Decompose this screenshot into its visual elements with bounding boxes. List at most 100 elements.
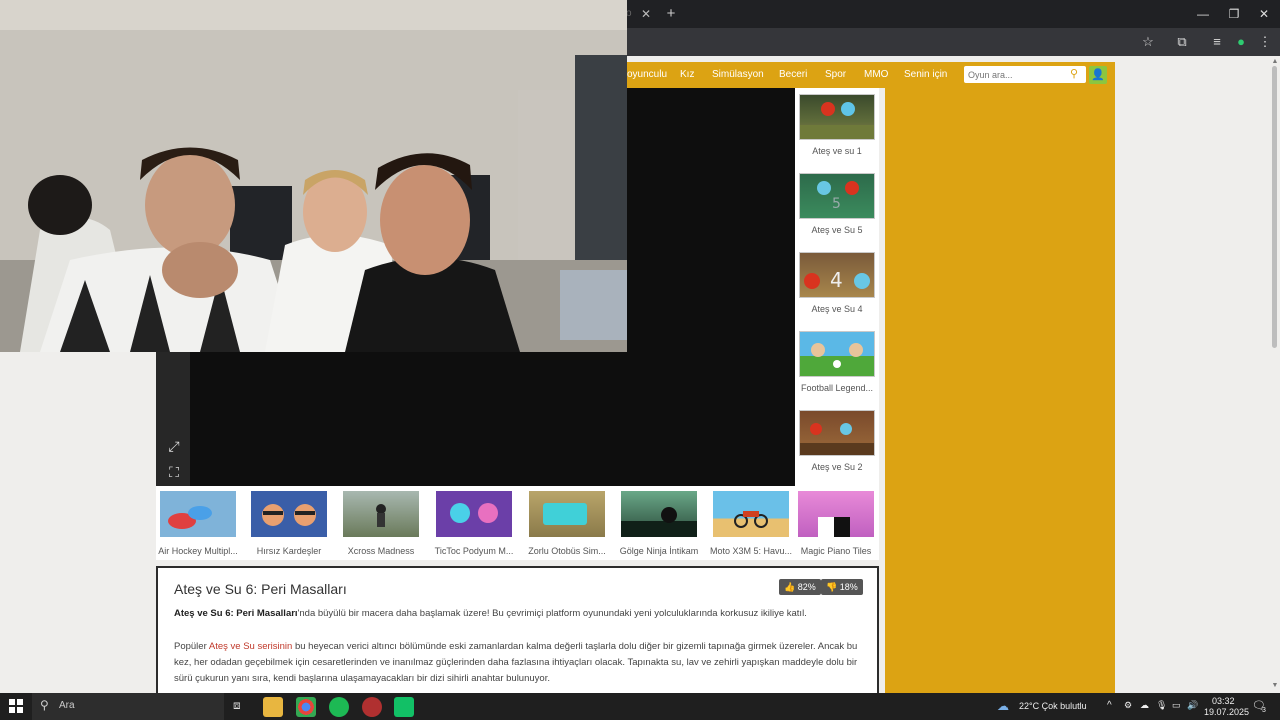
bottom-game-card[interactable]: Gölge Ninja İntikam (618, 491, 703, 558)
nav-item-sports[interactable]: Spor (825, 67, 846, 83)
volume-icon[interactable]: 🔊 (1187, 700, 1198, 711)
side-game-card[interactable]: 5 Ateş ve Su 5 (799, 173, 875, 243)
microphone-icon[interactable]: 🎙 (1156, 700, 1167, 711)
bus-icon (543, 503, 587, 525)
description-intro: Ateş ve Su 6: Peri Masalları'nda büyülü … (174, 606, 864, 622)
game-thumbnail[interactable] (799, 410, 875, 456)
tray-app-icon[interactable]: ⚙ (1124, 700, 1132, 711)
notification-count: 3 (1262, 707, 1266, 714)
nav-item-multiplayer[interactable]: oyunculu (627, 67, 667, 83)
obs-icon[interactable] (362, 697, 382, 717)
game-thumbnail[interactable]: 4 (799, 252, 875, 298)
series-link[interactable]: Ateş ve Su serisinin (209, 641, 292, 652)
nav-item-skill[interactable]: Beceri (779, 67, 807, 83)
taskbar-search[interactable]: ⚲ Ara (32, 693, 224, 720)
svg-text:4: 4 (830, 268, 843, 292)
file-explorer-icon[interactable] (263, 697, 283, 717)
bottom-game-label[interactable]: Hırsız Kardeşler (248, 546, 330, 558)
side-game-label[interactable]: Ateş ve su 1 (799, 146, 875, 158)
bottom-game-card[interactable]: Hırsız Kardeşler (251, 491, 333, 557)
scroll-down-icon[interactable]: ▼ (1271, 682, 1279, 690)
bottom-game-label[interactable]: Magic Piano Tiles (795, 546, 877, 558)
clock-date[interactable]: 19.07.2025 (1204, 707, 1249, 717)
close-tab-button[interactable]: ✕ (638, 6, 654, 22)
scroll-up-icon[interactable]: ▲ (1271, 58, 1279, 66)
network-icon[interactable]: ▭ (1172, 700, 1181, 711)
side-game-card[interactable]: Ateş ve Su 2 (799, 410, 875, 480)
weather-icon[interactable]: ☁ (997, 699, 1013, 713)
side-game-label[interactable]: Ateş ve Su 2 (799, 462, 875, 474)
side-game-card[interactable]: Football Legend... (799, 331, 875, 401)
taskbar-search-text: Ara (59, 700, 75, 711)
side-game-card[interactable]: Ateş ve su 1 (799, 94, 875, 164)
tray-chevron-icon[interactable]: ^ (1107, 700, 1112, 711)
spotify-icon[interactable] (329, 697, 349, 717)
fire-water-icon (800, 423, 874, 455)
scrollbar-thumb[interactable] (1272, 66, 1277, 348)
close-window-button[interactable]: ✕ (1252, 4, 1276, 24)
profile-icon[interactable]: ● (1233, 34, 1249, 50)
bottom-game-label[interactable]: Moto X3M 5: Havu... (710, 546, 792, 558)
new-tab-button[interactable]: + (663, 5, 679, 23)
bottom-game-card[interactable]: Zorlu Otobüs Sim... (526, 491, 611, 558)
bottom-game-card[interactable]: Moto X3M 5: Havu... (710, 491, 795, 558)
game-thumbnail[interactable] (798, 491, 874, 537)
windows-start-icon[interactable] (9, 699, 23, 713)
bottom-game-label[interactable]: Zorlu Otobüs Sim... (526, 546, 608, 558)
game-thumbnail[interactable]: 5 (799, 173, 875, 219)
side-game-card[interactable]: 4 Ateş ve Su 4 (799, 252, 875, 322)
nav-item-girls[interactable]: Kız (680, 67, 694, 83)
game-thumbnail[interactable] (343, 491, 419, 537)
side-game-label[interactable]: Football Legend... (799, 383, 875, 395)
fire-water-icon: 5 (817, 181, 859, 212)
chrome-icon[interactable] (296, 697, 316, 717)
search-input[interactable] (968, 67, 1068, 82)
game-thumbnail[interactable] (799, 331, 875, 377)
related-games-sidebar: Ateş ve su 1 5 Ateş ve Su 5 4 Ateş ve Su… (795, 88, 879, 486)
piano-tiles-icon (818, 517, 850, 537)
bottom-game-card[interactable]: Magic Piano Tiles (798, 491, 880, 557)
side-game-label[interactable]: Ateş ve Su 4 (799, 304, 875, 316)
page-scrollbar[interactable]: ▲ ▼ (1270, 56, 1280, 693)
game-thumbnail[interactable] (799, 94, 875, 140)
bottom-game-card[interactable]: Xcross Madness (343, 491, 425, 557)
task-view-icon[interactable]: ⧈ (233, 698, 247, 714)
bottom-game-card[interactable]: Air Hockey Multipl... (157, 491, 242, 558)
more-menu-icon[interactable]: ⋮ (1257, 34, 1273, 50)
game-thumbnail[interactable] (160, 491, 236, 537)
media-controls-icon[interactable]: ≡ (1209, 34, 1225, 50)
nav-item-for-you[interactable]: Senin için (904, 67, 947, 83)
bookmark-star-icon[interactable]: ☆ (1140, 34, 1156, 50)
app-icon[interactable] (394, 697, 414, 717)
restore-button[interactable]: ❐ (1222, 4, 1246, 24)
nav-item-mmo[interactable]: MMO (864, 67, 888, 83)
extensions-icon[interactable]: ⧉ (1174, 34, 1190, 50)
bottom-game-label[interactable]: TicToc Podyum M... (433, 546, 515, 558)
weather-text[interactable]: 22°C Çok bulutlu (1019, 701, 1087, 711)
dislike-button[interactable]: 👎 18% (821, 579, 863, 595)
expand-icon[interactable]: ⤢ (166, 438, 182, 454)
user-account-icon[interactable]: 👤 (1089, 66, 1107, 84)
bottom-game-label[interactable]: Air Hockey Multipl... (157, 546, 239, 558)
like-button[interactable]: 👍 82% (779, 579, 821, 595)
minimize-button[interactable]: — (1191, 4, 1215, 24)
game-thumbnail[interactable] (251, 491, 327, 537)
intro-text: 'nda büyülü bir macera daha başlamak üze… (297, 608, 807, 619)
nav-item-simulation[interactable]: Simülasyon (712, 67, 764, 83)
intro-bold: Ateş ve Su 6: Peri Masalları (174, 608, 298, 619)
clock-time[interactable]: 03:32 (1212, 696, 1235, 706)
game-search[interactable]: ⚲ (964, 66, 1086, 83)
onedrive-icon[interactable]: ☁ (1140, 700, 1149, 711)
side-game-label[interactable]: Ateş ve Su 5 (799, 225, 875, 237)
description-paragraph: Popüler Ateş ve Su serisinin bu heyecan … (174, 639, 864, 687)
game-title: Ateş ve Su 6: Peri Masalları (174, 581, 347, 597)
fullscreen-icon[interactable]: ⛶ (166, 464, 182, 480)
bottom-game-card[interactable]: TicToc Podyum M... (433, 491, 518, 558)
game-thumbnail[interactable] (713, 491, 789, 537)
game-thumbnail[interactable] (436, 491, 512, 537)
bottom-game-label[interactable]: Gölge Ninja İntikam (618, 546, 700, 558)
bottom-game-label[interactable]: Xcross Madness (340, 546, 422, 558)
game-thumbnail[interactable] (529, 491, 605, 537)
search-icon[interactable]: ⚲ (1070, 68, 1082, 80)
game-thumbnail[interactable] (621, 491, 697, 537)
